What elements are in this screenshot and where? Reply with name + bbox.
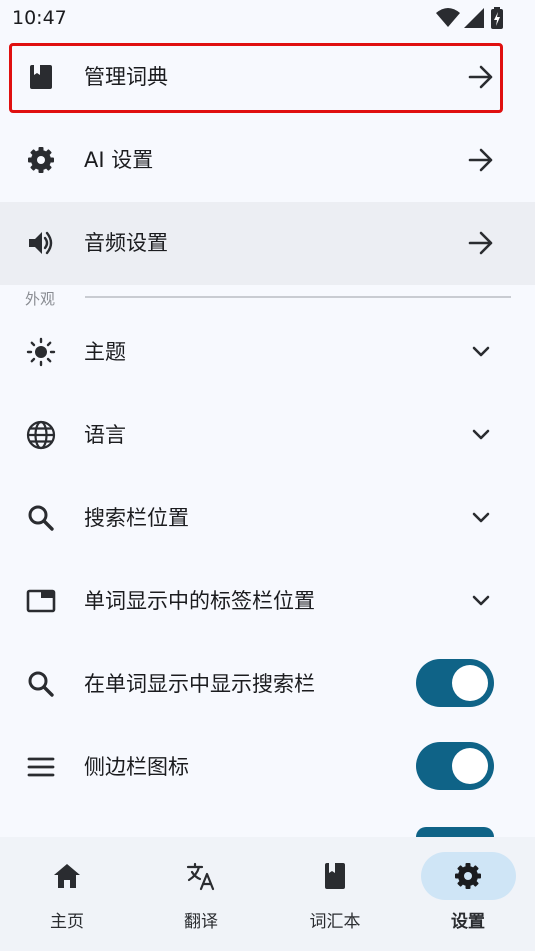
audio-settings-label: 音频设置: [84, 231, 168, 255]
home-icon: [52, 861, 82, 891]
nav-translate[interactable]: 翻译: [134, 837, 268, 951]
arrow-right-icon: [466, 228, 496, 258]
status-bar: 10:47: [0, 0, 535, 36]
book-icon: [26, 62, 56, 92]
toggle-knob: [452, 665, 488, 701]
chevron-down-icon: [466, 337, 496, 367]
bottom-navigation: 主页 翻译 词汇本 设置: [0, 837, 535, 951]
nav-vocabulary-label: 词汇本: [309, 912, 361, 932]
gear-icon: [26, 145, 56, 175]
search-bar-position-label: 搜索栏位置: [84, 506, 189, 530]
chevron-down-icon: [466, 503, 496, 533]
menu-icon: [26, 752, 56, 782]
search-icon: [26, 503, 56, 533]
sidebar-icons-toggle[interactable]: [416, 742, 494, 790]
translate-icon: [186, 861, 216, 891]
search-bar-position-item[interactable]: 搜索栏位置: [0, 477, 535, 560]
toggle-knob: [452, 748, 488, 784]
wifi-icon: [436, 8, 460, 27]
ai-settings-label: AI 设置: [84, 148, 154, 172]
show-search-bar-item[interactable]: 在单词显示中显示搜索栏: [0, 643, 535, 726]
sidebar-icons-label: 侧边栏图标: [84, 755, 189, 779]
next-item-toggle-partial[interactable]: [416, 827, 494, 837]
manage-dictionary-label: 管理词典: [84, 65, 168, 89]
chevron-down-icon: [466, 586, 496, 616]
nav-home[interactable]: 主页: [0, 837, 134, 951]
sidebar-icons-item[interactable]: 侧边栏图标: [0, 726, 535, 809]
chevron-down-icon: [466, 420, 496, 450]
tab-bar-position-item[interactable]: 单词显示中的标签栏位置: [0, 560, 535, 643]
battery-charging-icon: [491, 7, 503, 29]
speaker-icon: [26, 228, 56, 258]
manage-dictionary-item[interactable]: 管理词典: [0, 36, 535, 119]
gear-icon: [453, 861, 483, 891]
nav-translate-label: 翻译: [184, 912, 218, 932]
language-item[interactable]: 语言: [0, 394, 535, 477]
nav-settings-label: 设置: [451, 912, 485, 932]
status-icons: [433, 6, 523, 30]
appearance-section-header: 外观: [25, 290, 56, 308]
window-tab-icon: [26, 586, 56, 616]
book-icon: [320, 861, 350, 891]
signal-icon: [464, 8, 484, 28]
show-search-bar-toggle[interactable]: [416, 659, 494, 707]
theme-label: 主题: [84, 340, 126, 364]
tab-bar-position-label: 单词显示中的标签栏位置: [84, 589, 315, 613]
language-label: 语言: [84, 423, 126, 447]
search-icon: [26, 669, 56, 699]
sun-icon: [26, 337, 56, 367]
nav-vocabulary[interactable]: 词汇本: [268, 837, 402, 951]
nav-settings[interactable]: 设置: [401, 837, 535, 951]
arrow-right-icon: [466, 145, 496, 175]
audio-settings-item[interactable]: 音频设置: [0, 202, 535, 285]
arrow-right-icon: [466, 62, 496, 92]
ai-settings-item[interactable]: AI 设置: [0, 119, 535, 202]
show-search-bar-label: 在单词显示中显示搜索栏: [84, 672, 315, 696]
section-divider: [85, 296, 511, 298]
globe-icon: [26, 420, 56, 450]
theme-item[interactable]: 主题: [0, 311, 535, 394]
nav-home-label: 主页: [50, 912, 84, 932]
status-time: 10:47: [12, 7, 67, 29]
